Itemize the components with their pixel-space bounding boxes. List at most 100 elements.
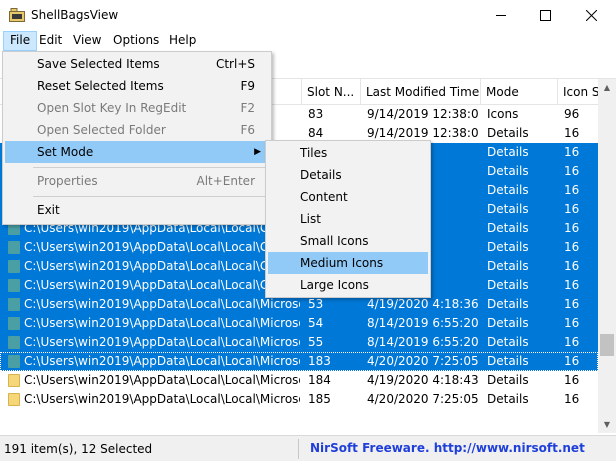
cell-mode: Details <box>487 316 529 330</box>
folder-icon <box>8 241 20 254</box>
cell-path: C:\Users\win2019\AppData\Local\Local\Mic… <box>24 335 300 349</box>
status-bar: 191 item(s), 12 Selected NirSoft Freewar… <box>0 435 616 461</box>
cell-icon: 16 <box>564 240 580 254</box>
maximize-icon <box>539 9 551 21</box>
cell-icon: 96 <box>564 107 580 121</box>
scroll-down-icon[interactable]: ▼ <box>598 416 616 433</box>
cell-icon: 16 <box>564 221 580 235</box>
cell-icon: 16 <box>564 278 580 292</box>
cell-mode: Details <box>487 297 529 311</box>
cell-mode: Details <box>487 335 529 349</box>
menu-separator <box>33 196 267 197</box>
menu-item-save-selected[interactable]: Save Selected Items Ctrl+S <box>5 53 269 75</box>
close-button[interactable] <box>568 0 614 30</box>
menu-separator <box>33 167 267 168</box>
cell-icon: 16 <box>564 183 580 197</box>
cell-icon: 16 <box>564 373 580 387</box>
column-header-modified[interactable]: Last Modified Time <box>361 79 481 105</box>
table-row[interactable]: C:\Users\win2019\AppData\Local\Local\Mic… <box>0 352 598 371</box>
set-mode-submenu: Tiles Details Content List Small Icons M… <box>265 140 431 298</box>
folder-icon <box>8 260 20 273</box>
cell-slot: 183 <box>308 354 331 368</box>
cell-path: C:\Users\win2019\AppData\Local\Local\Goo… <box>24 259 292 273</box>
menu-item-properties: Properties Alt+Enter <box>37 174 255 188</box>
cell-path: C:\Users\win2019\AppData\Local\Local\Mic… <box>24 373 300 387</box>
cell-time: 4/20/2020 7:25:05 ... <box>367 354 479 368</box>
nirsoft-link[interactable]: NirSoft Freeware. http://www.nirsoft.net <box>310 441 585 455</box>
column-header-mode[interactable]: Mode <box>481 79 558 105</box>
folder-icon <box>8 279 20 292</box>
mode-small-icons[interactable]: Small Icons <box>268 230 428 252</box>
cell-path: C:\Users\win2019\AppData\Local\Local\Mic… <box>24 392 300 406</box>
cell-time: 4/19/2020 4:18:43 ... <box>367 373 479 387</box>
column-header-slot[interactable]: Slot N... <box>302 79 361 105</box>
cell-icon: 16 <box>564 259 580 273</box>
mode-content[interactable]: Content <box>268 186 428 208</box>
cell-icon: 16 <box>564 126 580 140</box>
cell-mode: Details <box>487 240 529 254</box>
menu-file[interactable]: File <box>3 31 38 51</box>
menu-item-set-mode[interactable]: Set Mode ▶ <box>5 141 269 163</box>
cell-mode: Details <box>487 164 529 178</box>
cell-icon: 16 <box>564 392 580 406</box>
menu-item-reset-selected[interactable]: Reset Selected Items F9 <box>5 75 269 97</box>
menu-edit[interactable]: Edit <box>33 31 68 51</box>
title-bar: ShellBagsView <box>0 0 616 30</box>
cell-icon: 16 <box>564 164 580 178</box>
maximize-button[interactable] <box>522 0 568 30</box>
vertical-scrollbar[interactable]: ▲ ▼ <box>598 79 616 433</box>
menu-item-open-folder: Open Selected Folder F6 <box>37 123 255 137</box>
cell-time: 4/20/2020 7:25:05 ... <box>367 392 479 406</box>
cell-mode: Icons <box>487 107 519 121</box>
scroll-thumb[interactable] <box>600 334 614 356</box>
folder-icon <box>8 355 20 368</box>
cell-path: C:\Users\win2019\AppData\Local\Local\Mic… <box>24 316 300 330</box>
close-icon <box>585 9 597 21</box>
mode-medium-icons[interactable]: Medium Icons <box>268 252 428 274</box>
cell-time: 9/14/2019 12:38:00... <box>367 107 479 121</box>
cell-mode: Details <box>487 202 529 216</box>
cell-time: 8/14/2019 6:55:20 ... <box>367 316 479 330</box>
table-row[interactable]: C:\Users\win2019\AppData\Local\Local\Mic… <box>0 333 598 352</box>
column-header-icon-size[interactable]: Icon S <box>558 79 598 105</box>
table-row[interactable]: C:\Users\win2019\AppData\Local\Local\Mic… <box>0 314 598 333</box>
cell-slot: 184 <box>308 373 331 387</box>
cell-slot: 55 <box>308 335 324 349</box>
mode-list[interactable]: List <box>268 208 428 230</box>
menu-help[interactable]: Help <box>163 31 202 51</box>
mode-large-icons[interactable]: Large Icons <box>268 274 428 296</box>
table-row[interactable]: C:\Users\win2019\AppData\Local\Local\Mic… <box>0 371 598 390</box>
cell-mode: Details <box>487 373 529 387</box>
cell-time: 8/14/2019 6:55:20 ... <box>367 335 479 349</box>
menu-view[interactable]: View <box>67 31 107 51</box>
status-divider <box>298 439 299 459</box>
cell-mode: Details <box>487 183 529 197</box>
cell-mode: Details <box>487 126 529 140</box>
cell-icon: 16 <box>564 202 580 216</box>
table-row[interactable]: C:\Users\win2019\AppData\Local\Local\Mic… <box>0 390 598 409</box>
cell-slot: 54 <box>308 316 324 330</box>
cell-icon: 16 <box>564 297 580 311</box>
cell-path: C:\Users\win2019\AppData\Local\Local\Mic… <box>24 297 300 311</box>
folder-icon <box>8 336 20 349</box>
cell-path: C:\Users\win2019\AppData\Local\Local\Goo… <box>24 240 292 254</box>
chevron-right-icon: ▶ <box>254 147 261 157</box>
mode-details[interactable]: Details <box>268 164 428 186</box>
mode-tiles[interactable]: Tiles <box>268 142 428 164</box>
cell-slot: 185 <box>308 392 331 406</box>
cell-mode: Details <box>487 145 529 159</box>
minimize-button[interactable] <box>478 0 524 30</box>
cell-path: C:\Users\win2019\AppData\Local\Local\Goo… <box>24 278 292 292</box>
menu-options[interactable]: Options <box>107 31 165 51</box>
cell-icon: 16 <box>564 335 580 349</box>
menu-item-exit[interactable]: Exit <box>5 199 269 221</box>
cell-mode: Details <box>487 278 529 292</box>
cell-mode: Details <box>487 392 529 406</box>
minimize-icon <box>495 14 506 16</box>
scroll-up-icon[interactable]: ▲ <box>598 79 616 96</box>
folder-icon <box>8 317 20 330</box>
cell-icon: 16 <box>564 145 580 159</box>
menu-bar: File Edit View Options Help <box>0 30 616 51</box>
folder-icon <box>8 374 20 387</box>
cell-mode: Details <box>487 354 529 368</box>
